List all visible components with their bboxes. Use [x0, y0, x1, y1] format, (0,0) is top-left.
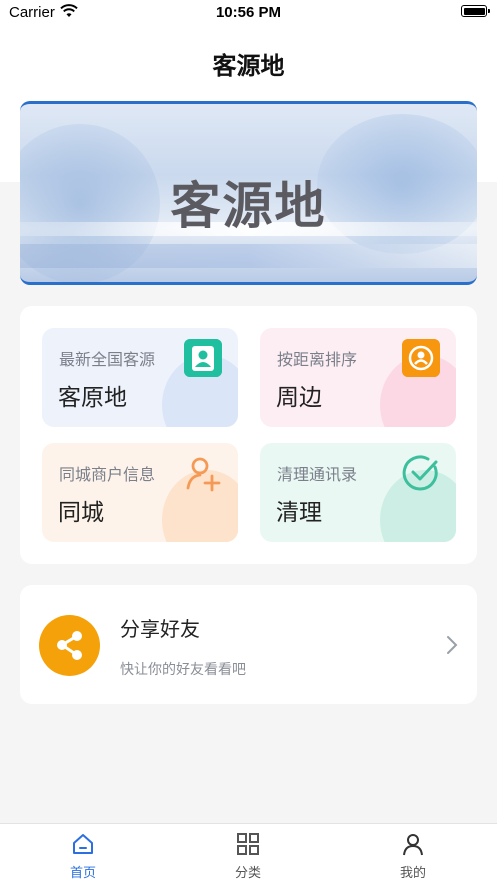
add-user-icon [186, 457, 221, 492]
contact-card-icon [184, 339, 222, 377]
tile-title: 客原地 [58, 385, 127, 411]
banner-title: 客源地 [170, 176, 327, 235]
tab-label: 我的 [399, 866, 426, 881]
feature-tile-clean[interactable]: 清理通讯录 清理 [260, 443, 456, 542]
share-icon-circle [39, 615, 100, 676]
battery-icon [461, 5, 490, 17]
share-title: 分享好友 [120, 617, 200, 641]
grid-icon [237, 833, 259, 855]
page-title: 客源地 [212, 52, 285, 80]
tile-subtitle: 按距离排序 [277, 350, 358, 369]
check-circle-icon [402, 455, 438, 491]
share-icon [57, 631, 82, 660]
feature-tile-local[interactable]: 同城商户信息 同城 [42, 443, 238, 542]
feature-tile-nearby[interactable]: 按距离排序 周边 [260, 328, 456, 427]
tile-title: 同城 [58, 500, 104, 526]
status-bar: Carrier 10:56 PM [0, 0, 497, 26]
home-icon [73, 834, 93, 854]
tile-subtitle: 最新全国客源 [59, 350, 156, 369]
tile-subtitle: 清理通讯录 [277, 465, 358, 484]
feature-grid: 最新全国客源 客原地 按距离排序 周边 同城商户信息 同城 清理通讯录 清理 [20, 306, 477, 564]
banner-decoration [20, 244, 477, 268]
tab-home[interactable]: 首页 [23, 824, 143, 883]
tile-subtitle: 同城商户信息 [59, 465, 156, 484]
tab-bar: 首页 分类 我的 [0, 823, 497, 883]
share-subtitle: 快让你的好友看看吧 [120, 662, 246, 678]
tab-label: 分类 [234, 866, 261, 881]
feature-tile-customers[interactable]: 最新全国客源 客原地 [42, 328, 238, 427]
tile-title: 周边 [276, 385, 322, 411]
person-icon [403, 834, 423, 856]
tile-title: 清理 [276, 500, 322, 526]
chevron-right-icon [447, 636, 458, 654]
share-friends-card[interactable]: 分享好友 快让你的好友看看吧 [20, 585, 477, 704]
nearby-user-icon [402, 339, 440, 377]
banner[interactable]: 客源地 [20, 101, 477, 285]
tab-category[interactable]: 分类 [188, 824, 308, 883]
clock: 10:56 PM [215, 4, 282, 21]
tab-me[interactable]: 我的 [353, 824, 473, 883]
tab-label: 首页 [69, 866, 96, 881]
